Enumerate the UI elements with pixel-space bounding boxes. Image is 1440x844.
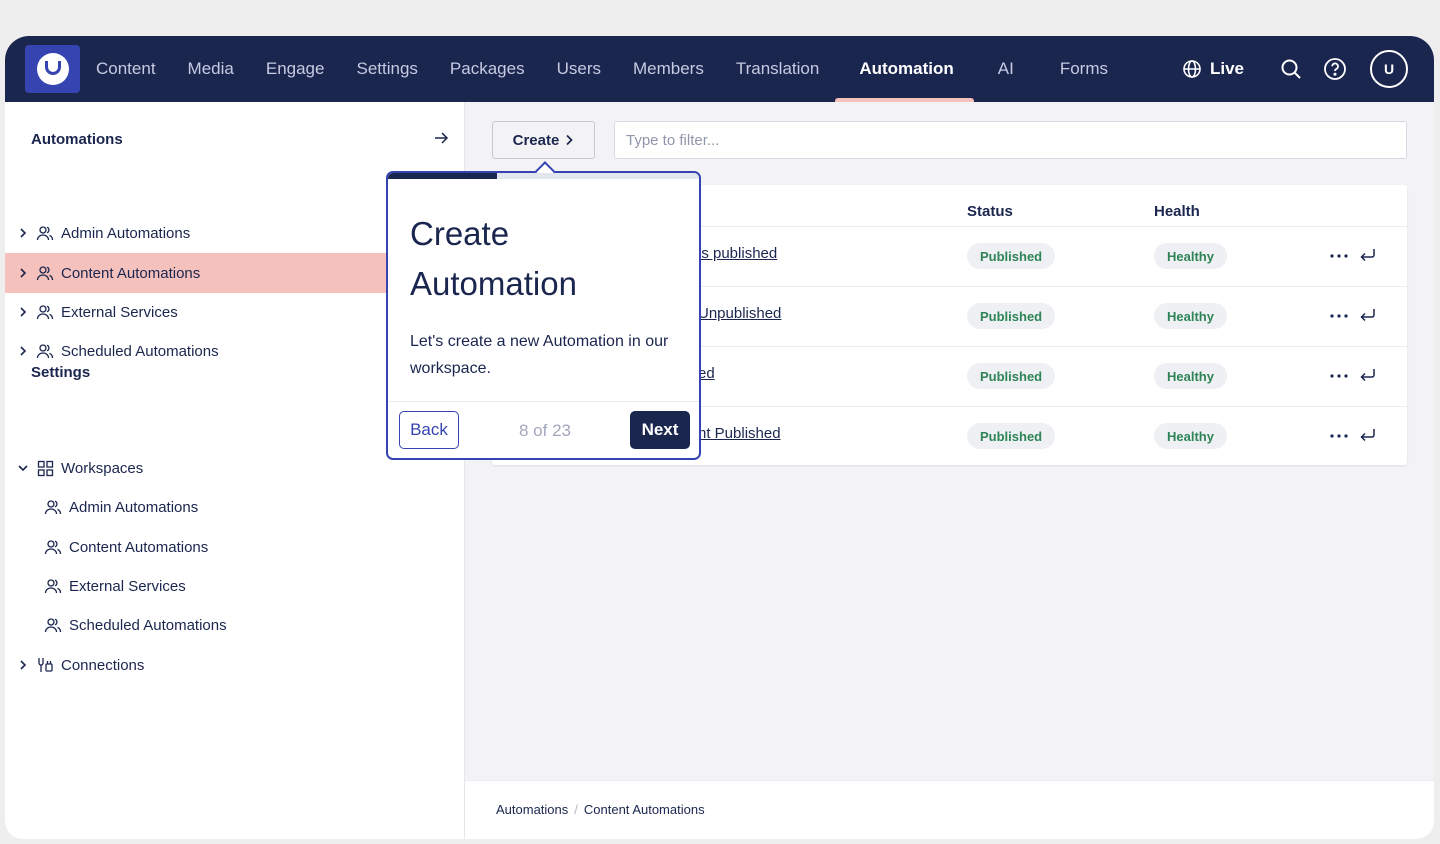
health-badge: Healthy <box>1154 363 1227 389</box>
status-badge: Published <box>967 423 1056 449</box>
more-options-icon[interactable] <box>1329 247 1349 265</box>
nav-ai[interactable]: AI <box>974 36 1038 102</box>
tour-progress-bar <box>388 173 699 179</box>
health-badge: Healthy <box>1154 243 1227 269</box>
enter-icon[interactable] <box>1359 426 1377 444</box>
globe-icon <box>1183 60 1201 78</box>
nav-automation[interactable]: Automation <box>835 36 975 102</box>
top-header: Content Media Engage Settings Packages U… <box>5 36 1434 102</box>
users-icon <box>35 263 55 283</box>
users-icon <box>35 223 55 243</box>
enter-icon[interactable] <box>1359 246 1377 264</box>
app-window: Content Media Engage Settings Packages U… <box>5 36 1434 839</box>
status-badge: Published <box>967 363 1056 389</box>
chevron-down-icon[interactable] <box>15 460 31 476</box>
tree-ws-content-automations[interactable]: Content Automations <box>5 527 465 567</box>
search-icon[interactable] <box>1278 56 1304 82</box>
tree-label: Scheduled Automations <box>69 616 227 634</box>
tree-label: Connections <box>61 656 145 674</box>
automation-name-link[interactable]: is published <box>698 245 777 262</box>
nav-media[interactable]: Media <box>172 36 250 102</box>
breadcrumb-item-content-automations[interactable]: Content Automations <box>584 802 705 817</box>
more-options-icon[interactable] <box>1329 367 1349 385</box>
more-options-icon[interactable] <box>1329 427 1349 445</box>
nav-users[interactable]: Users <box>541 36 617 102</box>
help-icon[interactable] <box>1322 56 1348 82</box>
tour-progress-fill <box>388 173 497 179</box>
user-avatar[interactable]: U <box>1370 50 1408 88</box>
tree-label: Content Automations <box>69 538 209 556</box>
tree-label: Workspaces <box>61 459 144 477</box>
users-icon <box>43 537 63 557</box>
live-label: Live <box>1209 59 1244 78</box>
more-options-icon[interactable] <box>1329 307 1349 325</box>
live-button[interactable]: Live <box>1182 59 1244 79</box>
chevron-right-icon <box>566 134 574 146</box>
users-icon <box>35 302 55 322</box>
tree-label: Admin Automations <box>69 498 199 516</box>
column-health: Health <box>1154 203 1200 220</box>
main-nav: Content Media Engage Settings Packages U… <box>80 36 1124 102</box>
nav-settings[interactable]: Settings <box>340 36 433 102</box>
tree-ws-admin-automations[interactable]: Admin Automations <box>5 487 465 527</box>
chevron-right-icon[interactable] <box>15 265 31 281</box>
tour-popover: Create Automation Let's create a new Aut… <box>386 161 701 460</box>
tree-connections[interactable]: Connections <box>5 645 465 685</box>
umbraco-logo[interactable] <box>25 45 80 93</box>
nav-engage[interactable]: Engage <box>250 36 341 102</box>
enter-icon[interactable] <box>1359 306 1377 324</box>
tree-label: External Services <box>69 577 186 595</box>
back-button[interactable]: Back <box>399 411 459 449</box>
chevron-right-icon[interactable] <box>15 225 31 241</box>
nav-content[interactable]: Content <box>80 36 172 102</box>
next-button[interactable]: Next <box>630 411 690 449</box>
connections-icon <box>35 655 55 675</box>
users-icon <box>35 341 55 361</box>
footer-bar: Automations / Content Automations <box>465 780 1434 839</box>
tour-title: Create Automation <box>410 215 577 302</box>
breadcrumb-item-automations[interactable]: Automations <box>496 802 568 817</box>
status-badge: Published <box>967 243 1056 269</box>
users-icon <box>43 615 63 635</box>
status-badge: Published <box>967 303 1056 329</box>
header-actions: Live U <box>1182 36 1434 102</box>
chevron-right-icon[interactable] <box>15 304 31 320</box>
tree-label: Scheduled Automations <box>61 342 219 360</box>
breadcrumb-separator: / <box>574 802 578 817</box>
create-button[interactable]: Create <box>492 121 595 159</box>
tree-ws-scheduled-automations[interactable]: Scheduled Automations <box>5 605 465 645</box>
breadcrumb: Automations / Content Automations <box>496 802 705 817</box>
chevron-right-icon[interactable] <box>15 343 31 359</box>
nav-packages[interactable]: Packages <box>434 36 541 102</box>
tour-step-counter: 8 of 23 <box>519 421 571 440</box>
automation-name-link[interactable]: Unpublished <box>698 305 781 322</box>
nav-members[interactable]: Members <box>617 36 720 102</box>
column-status: Status <box>967 203 1013 220</box>
filter-input[interactable] <box>614 121 1407 159</box>
chevron-right-icon[interactable] <box>15 657 31 673</box>
users-icon <box>43 497 63 517</box>
users-icon <box>43 576 63 596</box>
tree-label: Content Automations <box>61 264 201 282</box>
enter-icon[interactable] <box>1359 366 1377 384</box>
health-badge: Healthy <box>1154 303 1227 329</box>
automation-name-link[interactable]: nt Published <box>698 425 781 442</box>
automations-heading: Automations <box>31 131 123 148</box>
popover-divider <box>388 401 699 402</box>
grid-icon <box>35 458 55 478</box>
settings-heading: Settings <box>31 364 91 381</box>
arrow-right-icon[interactable] <box>433 130 449 146</box>
tree-ws-external-services[interactable]: External Services <box>5 566 465 606</box>
logo-icon <box>36 53 69 85</box>
create-label: Create <box>512 131 560 149</box>
tour-body: Let's create a new Automation in our wor… <box>410 333 669 377</box>
tree-label: External Services <box>61 303 178 321</box>
nav-forms[interactable]: Forms <box>1038 36 1124 102</box>
health-badge: Healthy <box>1154 423 1227 449</box>
nav-translation[interactable]: Translation <box>720 36 835 102</box>
tree-label: Admin Automations <box>61 224 191 242</box>
